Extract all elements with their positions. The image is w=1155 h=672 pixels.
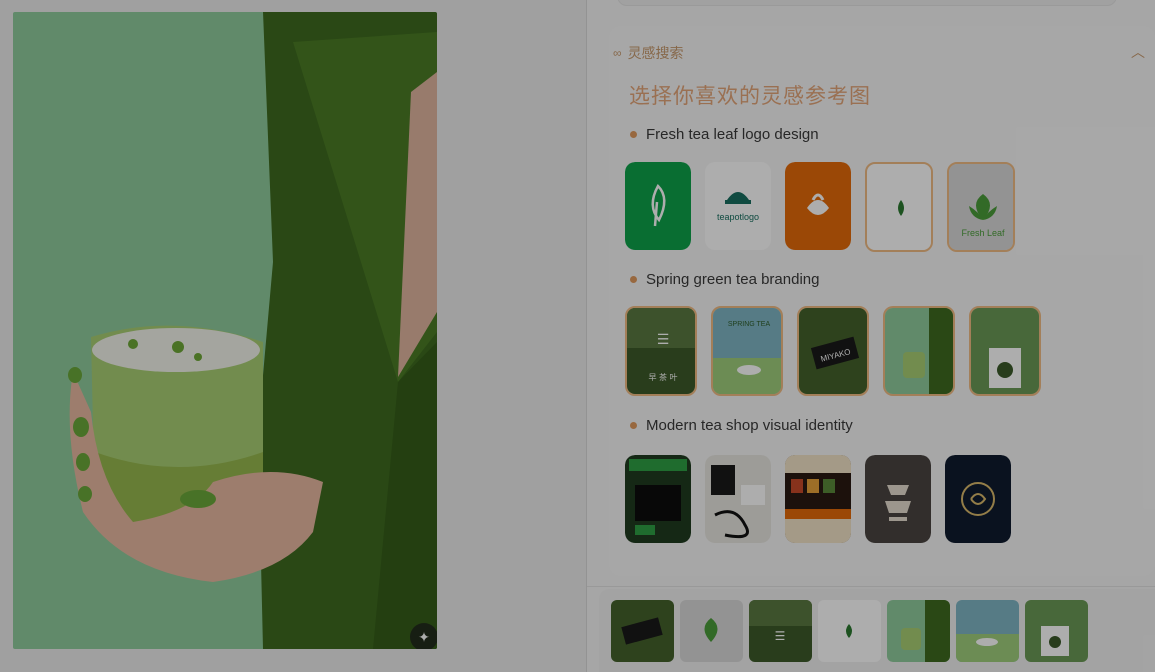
svg-text:SPRING TEA: SPRING TEA [728,321,771,328]
thumb-tea-shop-colorful[interactable] [785,455,851,543]
thumb-miyako-card[interactable]: MIYAKO [797,306,869,396]
group-label-2: Spring green tea branding [630,271,819,288]
thumb-row-3 [625,455,1011,543]
bullet-dot [630,131,637,138]
canvas-area: ✦ [0,0,586,672]
thumb-orange-cup[interactable] [785,162,851,250]
thumb-tea-shop-green[interactable] [625,455,691,543]
selected-thumbs: ☰ [611,600,1088,662]
bottom-divider [587,586,1155,587]
selected-thumb-miyako[interactable] [611,600,674,662]
svg-text:☰: ☰ [657,332,670,348]
section-header[interactable]: ∞ 灵感搜索 [613,43,684,63]
svg-text:☰: ☰ [775,629,786,643]
thumb-tea-shop-navy[interactable] [945,455,1011,543]
thumb-spring-tea[interactable]: SPRING TEA [711,306,783,396]
bullet-dot [630,422,637,429]
svg-text:Fresh Leaf: Fresh Leaf [961,228,1005,238]
selected-thumb-spring-tea[interactable] [956,600,1019,662]
section-title: 灵感搜索 [627,45,684,61]
selected-thumb-tea-fields[interactable]: ☰ [749,600,812,662]
thumb-leaf-logo-green[interactable] [625,162,691,250]
main-image[interactable]: ✦ [13,12,437,649]
chevron-up-icon[interactable]: ︿ [1131,42,1145,62]
selected-thumb-spring-package[interactable] [1025,600,1088,662]
thumb-tea-shop-gray[interactable] [865,455,931,543]
svg-text:早 茶 叶: 早 茶 叶 [648,372,677,382]
selected-thumb-fresh-leaf[interactable] [680,600,743,662]
group-label-1: Fresh tea leaf logo design [630,126,819,143]
thumb-row-1: teapotlogo Fresh Leaf [625,162,1015,252]
magic-wand-icon[interactable]: ✦ [410,623,437,649]
thumb-row-2: ☰ 早 茶 叶 SPRING TEA MIYAKO [625,306,1041,396]
thumb-matcha-hands[interactable] [883,306,955,396]
thumb-tea-shop-bw[interactable] [705,455,771,543]
thumb-spring-package[interactable] [969,306,1041,396]
selected-thumb-matcha-hands[interactable] [887,600,950,662]
group-label-text: Fresh tea leaf logo design [646,126,819,143]
thumb-teapot-logo[interactable]: teapotlogo [705,162,771,250]
selected-thumb-small-leaf[interactable] [818,600,881,662]
bullet-dot [630,276,637,283]
infinity-icon: ∞ [613,46,622,60]
group-label-text: Spring green tea branding [646,271,820,288]
inspiration-panel: ∞ 灵感搜索 ︿ 选择你喜欢的灵感参考图 Fresh tea leaf logo… [587,0,1155,672]
inspiration-title: 选择你喜欢的灵感参考图 [629,85,871,108]
panel-top-stub [617,0,1117,6]
group-label-text: Modern tea shop visual identity [646,417,853,434]
thumb-fresh-leaf[interactable]: Fresh Leaf [947,162,1015,252]
thumb-small-leaf[interactable] [865,162,933,252]
svg-text:teapotlogo: teapotlogo [717,212,759,222]
group-label-3: Modern tea shop visual identity [630,417,853,434]
thumb-tea-fields[interactable]: ☰ 早 茶 叶 [625,306,697,396]
